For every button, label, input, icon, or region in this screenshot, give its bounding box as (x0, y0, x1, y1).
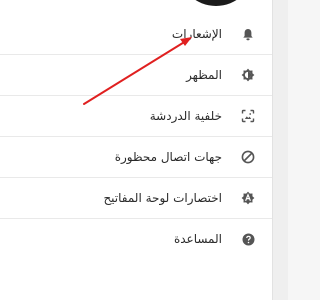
keyboard-shortcut-icon (240, 190, 256, 206)
menu-item-help[interactable]: المساعدة (0, 219, 272, 259)
bell-icon (240, 26, 256, 42)
menu-item-chat-wallpaper[interactable]: خلفية الدردشة (0, 96, 272, 136)
brightness-icon (240, 67, 256, 83)
scrollbar[interactable] (272, 0, 288, 300)
menu-item-blocked-contacts[interactable]: جهات اتصال محظورة (0, 137, 272, 177)
profile-avatar[interactable] (178, 0, 254, 6)
block-icon (240, 149, 256, 165)
menu-item-keyboard-shortcuts[interactable]: اختصارات لوحة المفاتيح (0, 178, 272, 218)
menu-item-label: اختصارات لوحة المفاتيح (103, 191, 222, 205)
menu-item-label: المظهر (186, 68, 222, 82)
help-icon (240, 231, 256, 247)
menu-item-label: المساعدة (173, 232, 222, 246)
settings-screen: الإشعارات المظهر خلفية الدردشة جهات اتصا… (0, 0, 288, 300)
menu-item-notifications[interactable]: الإشعارات (0, 14, 272, 54)
menu-item-appearance[interactable]: المظهر (0, 55, 272, 95)
menu-item-label: جهات اتصال محظورة (114, 150, 222, 164)
wallpaper-icon (240, 108, 256, 124)
menu-item-label: خلفية الدردشة (149, 109, 222, 123)
menu-item-label: الإشعارات (171, 27, 222, 41)
settings-panel: الإشعارات المظهر خلفية الدردشة جهات اتصا… (0, 0, 272, 300)
